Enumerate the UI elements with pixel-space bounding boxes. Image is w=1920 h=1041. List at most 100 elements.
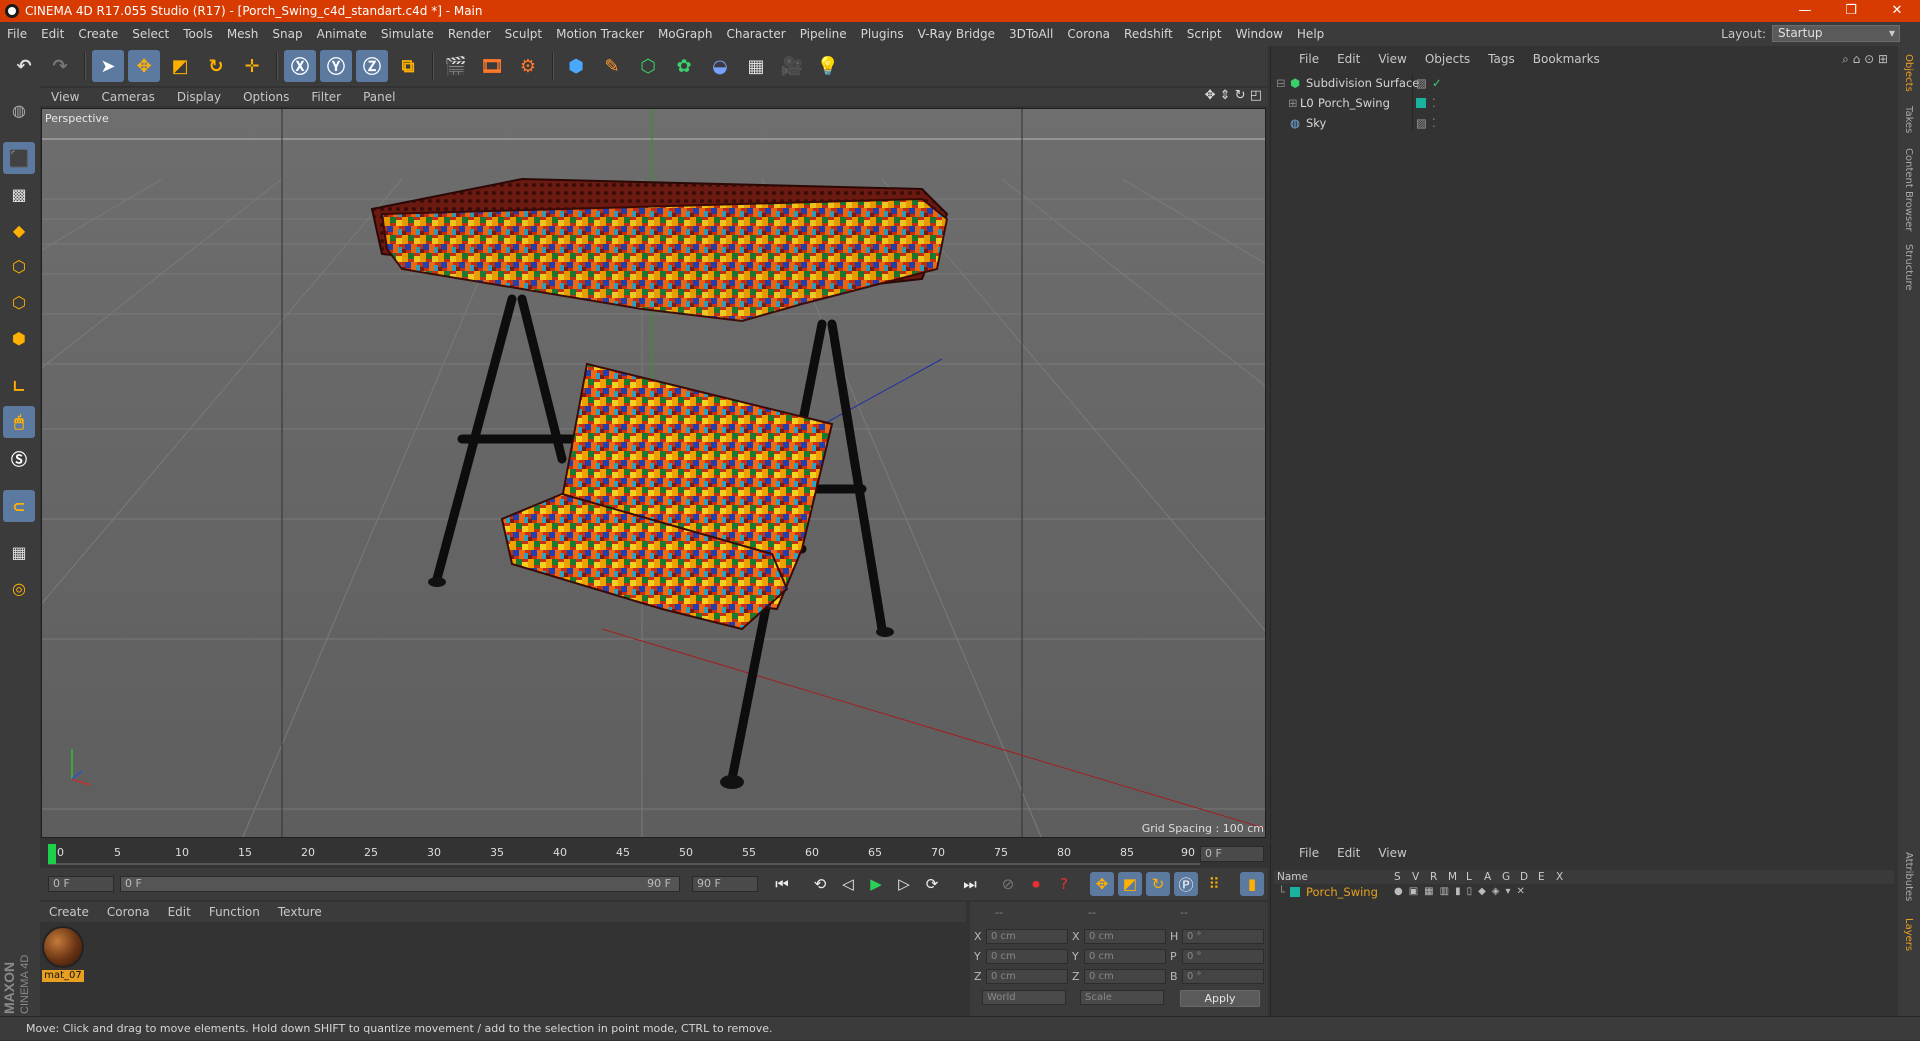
key-rotation-icon[interactable]: ↻ [1146, 872, 1170, 896]
pos-x-field[interactable]: 0 cm [986, 929, 1068, 944]
x-axis-lock-icon[interactable]: Ⓧ [284, 50, 316, 82]
tree-expand-icon[interactable]: ⊞ [1288, 94, 1298, 112]
visibility-toggle-icon[interactable]: ▨ [1416, 114, 1427, 132]
move-tool-icon[interactable]: ✥ [128, 50, 160, 82]
mat-menu-function[interactable]: Function [200, 905, 269, 919]
next-key-icon[interactable]: ⟳ [920, 872, 944, 896]
layer-col-generators[interactable]: G [1502, 871, 1510, 883]
layer-col-view[interactable]: V [1412, 871, 1419, 883]
layer-col-deformers[interactable]: D [1520, 871, 1528, 883]
polygons-mode-icon[interactable]: ⬢ [3, 322, 35, 354]
tweak-mode-icon[interactable]: 🖱 [3, 406, 35, 438]
vp-menu-display[interactable]: Display [166, 90, 232, 104]
select-arrow-icon[interactable]: ➤ [92, 50, 124, 82]
key-point-level-icon[interactable]: ⠿ [1202, 872, 1226, 896]
coordinate-system-icon[interactable]: ⧉ [392, 50, 424, 82]
obj-menu-view[interactable]: View [1369, 52, 1415, 66]
make-editable-icon[interactable]: ◍ [3, 94, 35, 126]
rot-h-field[interactable]: 0 ° [1182, 929, 1264, 944]
mat-menu-corona[interactable]: Corona [98, 905, 159, 919]
subdivision-generator-icon[interactable]: ⬡ [632, 50, 664, 82]
menu-sculpt[interactable]: Sculpt [498, 27, 549, 41]
go-to-end-icon[interactable]: ⏭ [958, 872, 982, 896]
menu-simulate[interactable]: Simulate [374, 27, 441, 41]
cube-object-icon[interactable]: ⬢ [560, 50, 592, 82]
size-y-field[interactable]: 0 cm [1084, 949, 1166, 964]
vp-menu-view[interactable]: View [40, 90, 90, 104]
layer-color-swatch[interactable] [1290, 887, 1300, 897]
key-position-icon[interactable]: ✥ [1090, 872, 1114, 896]
menu-3dtoall[interactable]: 3DToAll [1002, 27, 1060, 41]
object-name[interactable]: Porch_Swing [1318, 94, 1390, 112]
perspective-viewport[interactable] [41, 108, 1266, 838]
y-axis-lock-icon[interactable]: Ⓨ [320, 50, 352, 82]
maximize-button[interactable]: ❐ [1828, 0, 1874, 22]
layer-col-render[interactable]: R [1430, 871, 1437, 883]
menu-corona[interactable]: Corona [1060, 27, 1117, 41]
layout-dropdown[interactable]: Startup [1772, 25, 1900, 42]
layer-col-solo[interactable]: S [1394, 871, 1401, 883]
menu-window[interactable]: Window [1229, 27, 1290, 41]
axis-mode-icon[interactable]: ∟ [3, 370, 35, 402]
autokey-icon[interactable]: ⏺ [1024, 872, 1048, 896]
object-row-subdivision[interactable]: ⊟ ⬢ Subdivision Surface ▨ ✓ [1274, 74, 1894, 92]
previous-key-icon[interactable]: ⟲ [808, 872, 832, 896]
rotate-tool-icon[interactable]: ↻ [200, 50, 232, 82]
keyframe-selection-icon[interactable]: ? [1052, 872, 1076, 896]
layer-menu-view[interactable]: View [1369, 846, 1415, 860]
viewport-nav-icons[interactable]: ✥ ⇕ ↻ ◰ [1205, 88, 1262, 103]
render-settings-icon[interactable]: ⚙ [512, 50, 544, 82]
visibility-dots-icon[interactable]: ⁚ [1432, 94, 1436, 112]
layer-col-name[interactable]: Name [1277, 871, 1308, 883]
layer-col-locked[interactable]: L [1466, 871, 1472, 883]
render-picture-viewer-icon[interactable]: 🎞 [476, 50, 508, 82]
layer-col-expressions[interactable]: E [1538, 871, 1545, 883]
rot-b-field[interactable]: 0 ° [1182, 969, 1264, 984]
redo-icon[interactable]: ↷ [44, 50, 76, 82]
vp-menu-filter[interactable]: Filter [300, 90, 352, 104]
menu-file[interactable]: File [0, 27, 34, 41]
obj-menu-tags[interactable]: Tags [1479, 52, 1524, 66]
transform-mode-dropdown[interactable]: Scale [1080, 990, 1164, 1005]
obj-menu-edit[interactable]: Edit [1328, 52, 1369, 66]
vp-menu-panel[interactable]: Panel [352, 90, 406, 104]
layer-name[interactable]: Porch_Swing [1306, 884, 1378, 900]
menu-animate[interactable]: Animate [310, 27, 374, 41]
start-frame-field[interactable]: 0 F [48, 876, 114, 892]
object-row-sky[interactable]: ◍ Sky ▨ ⁚ [1274, 114, 1894, 132]
key-scale-icon[interactable]: ◩ [1118, 872, 1142, 896]
tab-content-browser[interactable]: Content Browser [1903, 148, 1914, 231]
object-row-porch-swing[interactable]: ⊞ L0 Porch_Swing ⁚ [1274, 94, 1894, 112]
timeline-window-icon[interactable]: ▮ [1240, 872, 1264, 896]
layer-col-animation[interactable]: A [1484, 871, 1491, 883]
layer-color-swatch[interactable] [1416, 98, 1426, 108]
menu-motion-tracker[interactable]: Motion Tracker [549, 27, 651, 41]
tab-objects[interactable]: Objects [1903, 54, 1914, 92]
layer-toggle-icons[interactable]: ●▣▦▥▮▯◆◈▾✕ [1394, 884, 1531, 900]
z-axis-lock-icon[interactable]: Ⓩ [356, 50, 388, 82]
workplane-mode-icon[interactable]: ◆ [3, 214, 35, 246]
object-search-icon[interactable]: ⌕ ⌂ ⊙ ⊞ [1842, 52, 1888, 67]
tab-layers[interactable]: Layers [1903, 918, 1914, 951]
layer-row[interactable]: └ Porch_Swing ●▣▦▥▮▯◆◈▾✕ [1274, 884, 1894, 900]
enabled-check-icon[interactable]: ✓ [1432, 74, 1442, 92]
vp-menu-options[interactable]: Options [232, 90, 300, 104]
layer-menu-edit[interactable]: Edit [1328, 846, 1369, 860]
record-keys-icon[interactable]: ⊘ [996, 872, 1020, 896]
end-frame-field[interactable]: 90 F [692, 876, 758, 892]
size-x-field[interactable]: 0 cm [1084, 929, 1166, 944]
scale-tool-icon[interactable]: ◩ [164, 50, 196, 82]
key-parameter-icon[interactable]: Ⓟ [1174, 872, 1198, 896]
menu-mesh[interactable]: Mesh [220, 27, 266, 41]
mat-menu-texture[interactable]: Texture [269, 905, 331, 919]
pos-y-field[interactable]: 0 cm [986, 949, 1068, 964]
menu-plugins[interactable]: Plugins [854, 27, 911, 41]
layer-col-xref[interactable]: X [1556, 871, 1563, 883]
vp-menu-cameras[interactable]: Cameras [90, 90, 165, 104]
go-to-start-icon[interactable]: ⏮ [770, 872, 794, 896]
visibility-toggle-icon[interactable]: ▨ [1416, 74, 1427, 92]
material-thumbnail[interactable] [42, 926, 84, 968]
planar-workplane-icon[interactable]: ◎ [3, 572, 35, 604]
menu-create[interactable]: Create [71, 27, 125, 41]
obj-menu-objects[interactable]: Objects [1416, 52, 1479, 66]
